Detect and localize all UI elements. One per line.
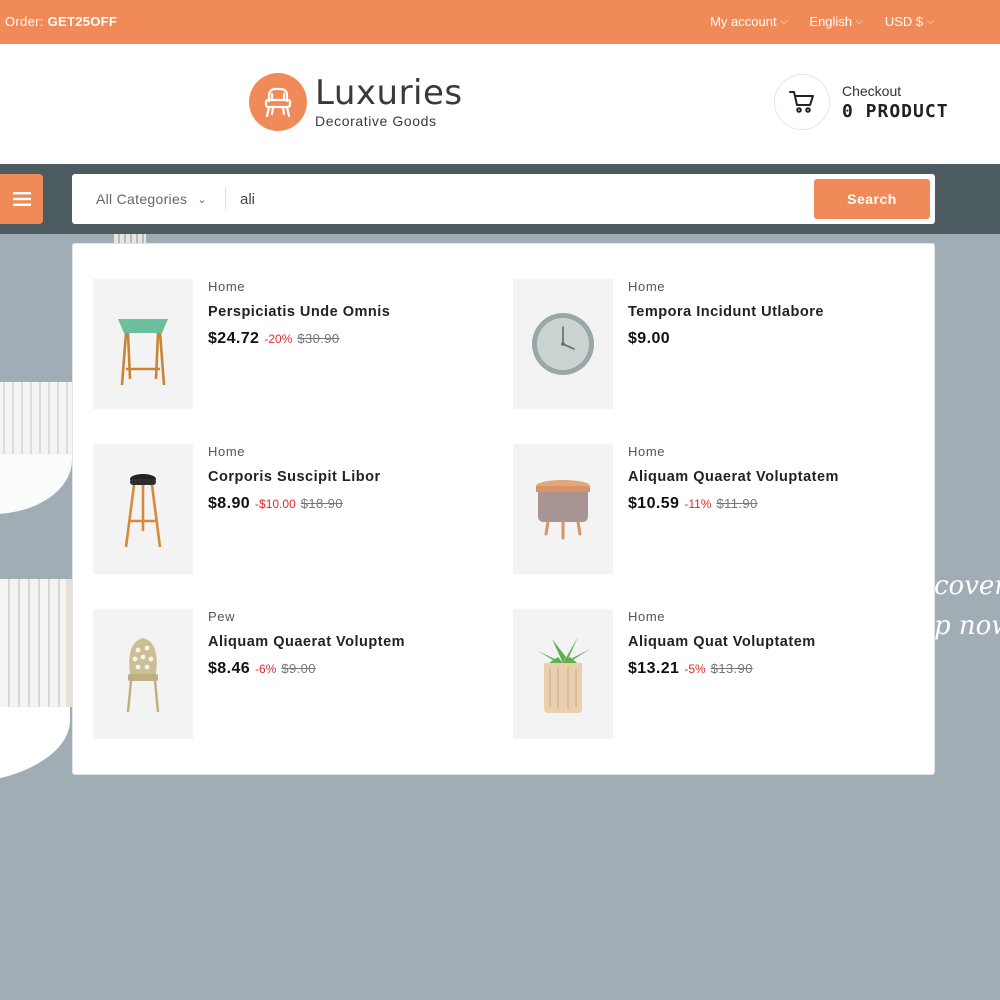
result-category: Home [628,444,666,459]
hero-line-1: cover [934,571,1000,601]
search-button[interactable]: Search [814,179,930,219]
hamburger-icon [12,192,31,206]
ottoman-icon [513,444,613,574]
result-old-price: $9.00 [281,661,316,676]
category-select-label: All Categories [96,191,188,207]
language-selector[interactable]: English ⌵ [809,14,862,29]
checkout-label: Checkout [842,82,902,99]
search-result-item[interactable]: Home Corporis Suscipit Libor $8.90 -$10.… [93,444,493,574]
result-price: $8.46 [208,660,251,677]
lamp-image [0,704,70,784]
search-result-item[interactable]: Home Aliquam Quaerat Voluptatem $10.59 -… [513,444,913,574]
result-category: Home [208,444,246,459]
chevron-down-icon: ⌄ [197,193,207,206]
site-header: Luxuries Decorative Goods Checkout 0 PRO… [0,44,1000,164]
result-discount: -$10.00 [255,497,296,511]
result-old-price: $18.90 [300,496,343,511]
result-price: $10.59 [628,495,680,512]
potted-plant-icon [513,609,613,739]
result-name: Corporis Suscipit Libor [208,469,381,485]
promo-prefix: Order: [5,14,44,29]
logo-title: Luxuries [315,73,463,113]
top-bar: Order: GET25OFF My account ⌵ English ⌵ U… [0,0,1000,44]
result-discount: -5% [684,662,706,676]
logo-subtitle: Decorative Goods [315,113,437,129]
search-input[interactable] [240,184,800,214]
result-discount: -20% [264,332,293,346]
hero-line-2: p now [934,611,1000,641]
result-discount: -6% [255,662,277,676]
armchair-logo-icon [249,73,307,131]
category-select[interactable]: All Categories ⌄ [96,191,207,207]
promo-code: GET25OFF [47,14,118,29]
result-category: Home [208,279,246,294]
cart-icon [774,74,830,130]
nav-bar: All Categories ⌄ Search [0,164,1000,234]
bar-stool-icon [93,444,193,574]
search-results-dropdown: Home Perspiciatis Unde Omnis $24.72 -20%… [72,243,935,775]
side-table-icon [93,279,193,409]
result-name: Aliquam Quaerat Voluptem [208,634,406,650]
result-price: $13.21 [628,660,680,677]
search-result-item[interactable]: Home Perspiciatis Unde Omnis $24.72 -20%… [93,279,493,409]
lamp-image [0,579,72,707]
divider [225,187,226,211]
result-name: Aliquam Quat Voluptatem [628,634,816,650]
hamburger-menu-button[interactable] [0,174,43,224]
currency-label: USD $ [884,14,924,29]
result-name: Perspiciatis Unde Omnis [208,304,391,320]
hero-text: cover p now [934,566,1000,646]
site-logo[interactable]: Luxuries Decorative Goods [249,73,463,131]
search-bar: All Categories ⌄ Search [72,174,935,224]
lamp-image [0,382,72,454]
search-result-item[interactable]: Pew Aliquam Quaerat Voluptem $8.46 -6% $… [93,609,493,739]
chair-icon [93,609,193,739]
cart-count: 0 PRODUCT [842,100,949,122]
result-name: Aliquam Quaerat Voluptatem [628,469,839,485]
result-category: Home [628,609,666,624]
currency-selector[interactable]: USD $ ⌵ [885,14,934,29]
cart-widget[interactable]: Checkout 0 PRODUCT [774,74,949,130]
result-price: $8.90 [208,495,251,512]
my-account-menu[interactable]: My account ⌵ [710,14,787,29]
result-category: Home [628,279,666,294]
search-result-item[interactable]: Home Tempora Incidunt Utlabore $9.00 [513,279,913,409]
result-price: $9.00 [628,330,671,347]
result-name: Tempora Incidunt Utlabore [628,304,824,320]
chevron-down-icon: ⌵ [927,16,934,26]
chevron-down-icon: ⌵ [856,16,863,26]
result-discount: -11% [684,497,712,511]
my-account-label: My account [710,14,777,29]
result-price: $24.72 [208,330,260,347]
result-old-price: $13.90 [710,661,753,676]
result-old-price: $30.90 [297,331,340,346]
promo-text: Order: GET25OFF [5,14,117,29]
result-old-price: $11.90 [716,496,758,511]
chevron-down-icon: ⌵ [780,16,788,26]
result-category: Pew [208,609,236,624]
search-result-item[interactable]: Home Aliquam Quat Voluptatem $13.21 -5% … [513,609,913,739]
language-label: English [809,14,853,29]
wall-clock-icon [513,279,613,409]
